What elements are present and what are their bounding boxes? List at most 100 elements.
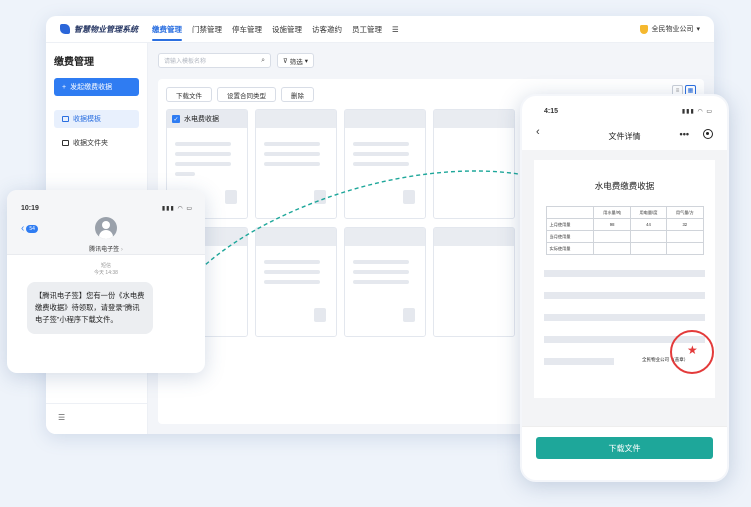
sender-name[interactable]: 腾讯电子签 ›: [7, 244, 205, 253]
card-header: ✓ 水电费收据: [167, 110, 247, 128]
more-icon[interactable]: •••: [680, 129, 689, 139]
card-header: [434, 110, 514, 128]
table-cell: [593, 242, 631, 255]
card-header: [345, 110, 425, 128]
search-placeholder: 请输入模板名称: [164, 59, 207, 65]
chevron-down-icon: ▾: [696, 26, 700, 33]
table-cell: [629, 230, 668, 243]
usage-table: 用水量/吨 用电量/度 用气量/方 上月使用量 98 44 32 当月使用量 实…: [545, 206, 704, 255]
company-name: 全民物业公司: [651, 26, 694, 33]
nav-item-payment[interactable]: 缴费管理: [152, 16, 182, 43]
chevron-right-icon: ›: [120, 247, 123, 253]
card-title: 水电费收据: [184, 116, 219, 123]
placeholder-line: [544, 314, 705, 321]
table-cell: 44: [629, 218, 668, 231]
card-header: [345, 228, 425, 246]
nav-item-staff[interactable]: 员工管理: [352, 16, 382, 43]
company-switcher[interactable]: 全民物业公司 ▾: [640, 24, 700, 34]
card-preview: [256, 246, 336, 336]
card-preview: [345, 246, 425, 336]
chevron-down-icon: ▾: [304, 57, 309, 65]
placeholder-line: [264, 280, 320, 284]
sidebar-title: 缴费管理: [54, 57, 94, 68]
avatar: [95, 217, 117, 239]
placeholder-line: [264, 152, 320, 156]
nav-item-facility[interactable]: 设施管理: [272, 16, 302, 43]
message-time: 今天 14:38: [94, 270, 118, 276]
search-row: 请输入模板名称 ⌕ ⊽ 筛选 ▾: [158, 53, 704, 68]
folder-icon: [62, 140, 69, 146]
placeholder-block: [225, 190, 237, 204]
filter-dropdown[interactable]: ⊽ 筛选 ▾: [277, 53, 315, 68]
sidebar-item-templates[interactable]: 收据模板: [54, 110, 139, 128]
placeholder-line: [544, 270, 705, 277]
placeholder-line: [264, 270, 320, 274]
placeholder-line: [353, 162, 409, 166]
checkbox-checked-icon[interactable]: ✓: [172, 115, 180, 123]
template-card[interactable]: [255, 109, 337, 219]
logo-icon: [60, 24, 70, 34]
placeholder-line: [264, 142, 320, 146]
set-contract-type-button[interactable]: 设置合同类型: [217, 87, 276, 102]
target-icon[interactable]: [703, 129, 713, 139]
plus-icon: +: [62, 83, 67, 91]
stamp-label: （盖章）: [670, 357, 689, 362]
table-row: 上月使用量 98 44 32: [545, 218, 704, 231]
placeholder-block: [403, 190, 415, 204]
placeholder-line: [353, 260, 409, 264]
hamburger-icon[interactable]: ☰: [392, 17, 399, 42]
download-file-button[interactable]: 下载文件: [536, 437, 713, 459]
status-icons: ▮▮▮ ◠ ▭: [161, 206, 193, 212]
signer-label: 全民物业公司 （盖章）: [642, 357, 688, 363]
placeholder-line: [175, 162, 231, 166]
template-card[interactable]: [433, 109, 515, 219]
delete-button[interactable]: 删除: [281, 87, 314, 102]
collapse-menu-icon[interactable]: ☰: [58, 413, 65, 422]
table-cell: [629, 242, 668, 255]
sidebar-item-label: 收据文件夹: [73, 140, 108, 147]
card-preview: [434, 128, 514, 218]
table-row: 用水量/吨 用电量/度 用气量/方: [545, 206, 704, 219]
table-cell: 当月使用量: [545, 230, 595, 243]
nav-item-visitor[interactable]: 访客邀约: [312, 16, 342, 43]
phone-footer: 下载文件: [522, 426, 727, 480]
nav-item-access[interactable]: 门禁管理: [192, 16, 222, 43]
app-logo: 智慧物业管理系统: [60, 24, 152, 35]
placeholder-block: [314, 308, 326, 322]
placeholder-line: [353, 270, 409, 274]
template-card[interactable]: [255, 227, 337, 337]
search-input[interactable]: 请输入模板名称 ⌕: [158, 53, 271, 68]
document-page: 水电费缴费收据 用水量/吨 用电量/度 用气量/方 上月使用量 98 44 32…: [534, 160, 715, 398]
template-grid: ✓ 水电费收据: [166, 109, 515, 337]
template-card[interactable]: [433, 227, 515, 337]
sender-label: 腾讯电子签: [89, 247, 120, 253]
table-row: 实际使用量: [545, 242, 704, 255]
table-cell: [593, 230, 631, 243]
signer-name: 全民物业公司: [642, 357, 669, 362]
placeholder-line: [264, 162, 320, 166]
download-button[interactable]: 下载文件: [166, 87, 212, 102]
placeholder-line: [353, 152, 409, 156]
page-title: 文件详情: [608, 131, 641, 141]
table-cell: 用电量/度: [629, 206, 668, 219]
nav-item-parking[interactable]: 停车管理: [232, 16, 262, 43]
main-nav: 缴费管理 门禁管理 停车管理 设施管理 访客邀约 员工管理 ☰: [152, 16, 399, 43]
sms-header: 10:19 ▮▮▮ ◠ ▭ ‹ 54 腾讯电子签 ›: [7, 190, 205, 255]
placeholder-block: [403, 308, 415, 322]
card-preview: [345, 128, 425, 218]
template-card[interactable]: [344, 109, 426, 219]
search-icon: ⌕: [261, 56, 265, 64]
document-phone: 4:15 ▮▮▮ ◠ ▭ ‹ 文件详情 ••• 水电费缴费收据 用水量/吨 用电…: [520, 94, 729, 482]
create-receipt-label: 发起缴费收据: [70, 84, 113, 91]
message-type: 短信: [100, 263, 111, 269]
placeholder-line: [353, 142, 409, 146]
template-card[interactable]: [344, 227, 426, 337]
sidebar-item-folders[interactable]: 收据文件夹: [54, 134, 139, 152]
document-viewer: 水电费缴费收据 用水量/吨 用电量/度 用气量/方 上月使用量 98 44 32…: [522, 150, 727, 426]
filter-label: 筛选: [289, 58, 303, 66]
back-button[interactable]: ‹ 54: [21, 223, 38, 234]
placeholder-line: [544, 292, 705, 299]
sms-phone: 10:19 ▮▮▮ ◠ ▭ ‹ 54 腾讯电子签 › 短信 今天 14:38 【…: [7, 190, 205, 373]
status-icons: ▮▮▮ ◠ ▭: [681, 109, 713, 115]
create-receipt-button[interactable]: + 发起缴费收据: [54, 78, 139, 96]
